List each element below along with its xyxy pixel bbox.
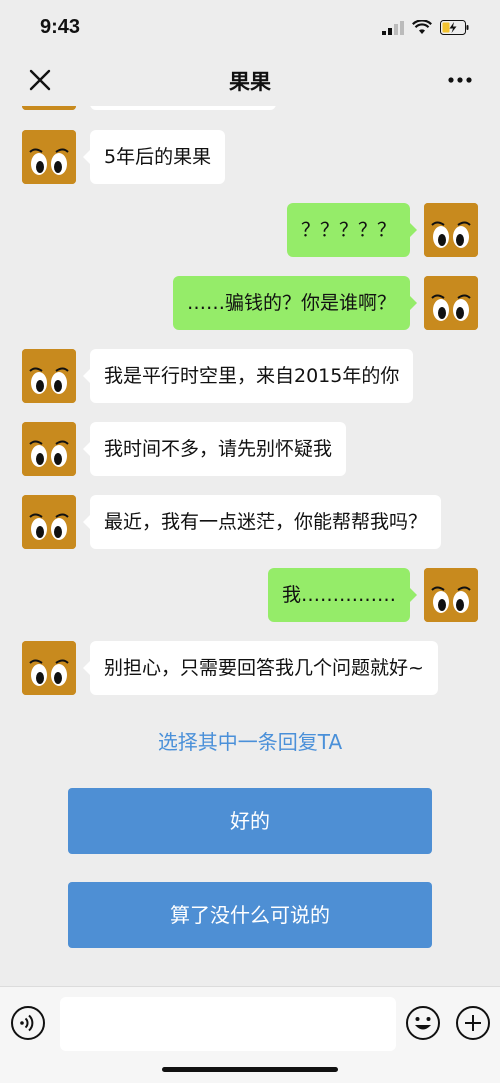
signal-icon [382, 20, 404, 35]
status-bar: 9:43 [0, 0, 500, 56]
status-time: 9:43 [40, 16, 81, 38]
wifi-icon [412, 20, 432, 34]
message-bubble[interactable] [90, 106, 276, 110]
cartoon-mouse-avatar-icon [22, 349, 76, 403]
user-avatar[interactable] [424, 568, 478, 622]
message-bubble[interactable]: 我…………… [267, 568, 418, 622]
reply-option-ok-button[interactable]: 好的 [68, 788, 432, 854]
home-indicator [162, 1067, 338, 1072]
user-avatar[interactable] [424, 203, 478, 257]
more-icon[interactable] [446, 68, 474, 92]
message-bubble[interactable]: ？？？？？ [286, 203, 418, 257]
message-row-received: 最近，我有一点迷茫，你能帮帮我吗？ [0, 495, 500, 551]
message-bubble[interactable]: ……骗钱的？你是谁啊？ [172, 276, 418, 330]
status-icons [382, 20, 470, 35]
voice-icon[interactable] [10, 1005, 46, 1041]
navigation-bar: 果果 [0, 56, 500, 106]
contact-avatar[interactable] [22, 422, 76, 476]
contact-avatar[interactable] [22, 641, 76, 695]
cartoon-mouse-avatar-icon [22, 106, 76, 110]
contact-avatar[interactable] [22, 349, 76, 403]
message-row-sent: ？？？？？ [0, 203, 500, 259]
cartoon-mouse-avatar-icon [424, 276, 478, 330]
input-bar [0, 986, 500, 1083]
message-row-received: 5年后的果果 [0, 130, 500, 186]
message-bubble[interactable]: 我时间不多，请先别怀疑我 [82, 422, 347, 476]
emoji-icon[interactable] [405, 1005, 441, 1041]
message-bubble[interactable]: 最近，我有一点迷茫，你能帮帮我吗？ [82, 495, 442, 549]
message-row-received: 我时间不多，请先别怀疑我 [0, 422, 500, 478]
chat-area[interactable]: 5年后的果果 ？？？？？ ……骗钱的？你是谁啊？ 我是平行时空里，来自2015年… [0, 106, 500, 986]
cartoon-mouse-avatar-icon [22, 130, 76, 184]
contact-avatar[interactable] [22, 106, 76, 110]
cartoon-mouse-avatar-icon [22, 641, 76, 695]
cartoon-mouse-avatar-icon [424, 568, 478, 622]
cartoon-mouse-avatar-icon [22, 422, 76, 476]
message-row-sent: 我…………… [0, 568, 500, 624]
cartoon-mouse-avatar-icon [424, 203, 478, 257]
user-avatar[interactable] [424, 276, 478, 330]
cartoon-mouse-avatar-icon [22, 495, 76, 549]
reply-option-nothing-to-say-button[interactable]: 算了没什么可说的 [68, 882, 432, 948]
message-bubble[interactable]: 别担心，只需要回答我几个问题就好~ [83, 641, 438, 695]
message-row-received: 别担心，只需要回答我几个问题就好~ [0, 641, 500, 697]
message-row-received: 我是平行时空里，来自2015年的你 [0, 349, 500, 405]
message-row-received [0, 106, 500, 112]
battery-charging-icon [440, 20, 469, 35]
message-input[interactable] [60, 997, 396, 1051]
reply-prompt: 选择其中一条回复TA [157, 730, 343, 754]
message-bubble[interactable]: 我是平行时空里，来自2015年的你 [82, 349, 414, 403]
chat-title: 果果 [229, 70, 271, 94]
message-row-sent: ……骗钱的？你是谁啊？ [0, 276, 500, 332]
contact-avatar[interactable] [22, 495, 76, 549]
contact-avatar[interactable] [22, 130, 76, 184]
message-bubble[interactable]: 5年后的果果 [82, 130, 226, 184]
plus-icon[interactable] [455, 1005, 491, 1041]
